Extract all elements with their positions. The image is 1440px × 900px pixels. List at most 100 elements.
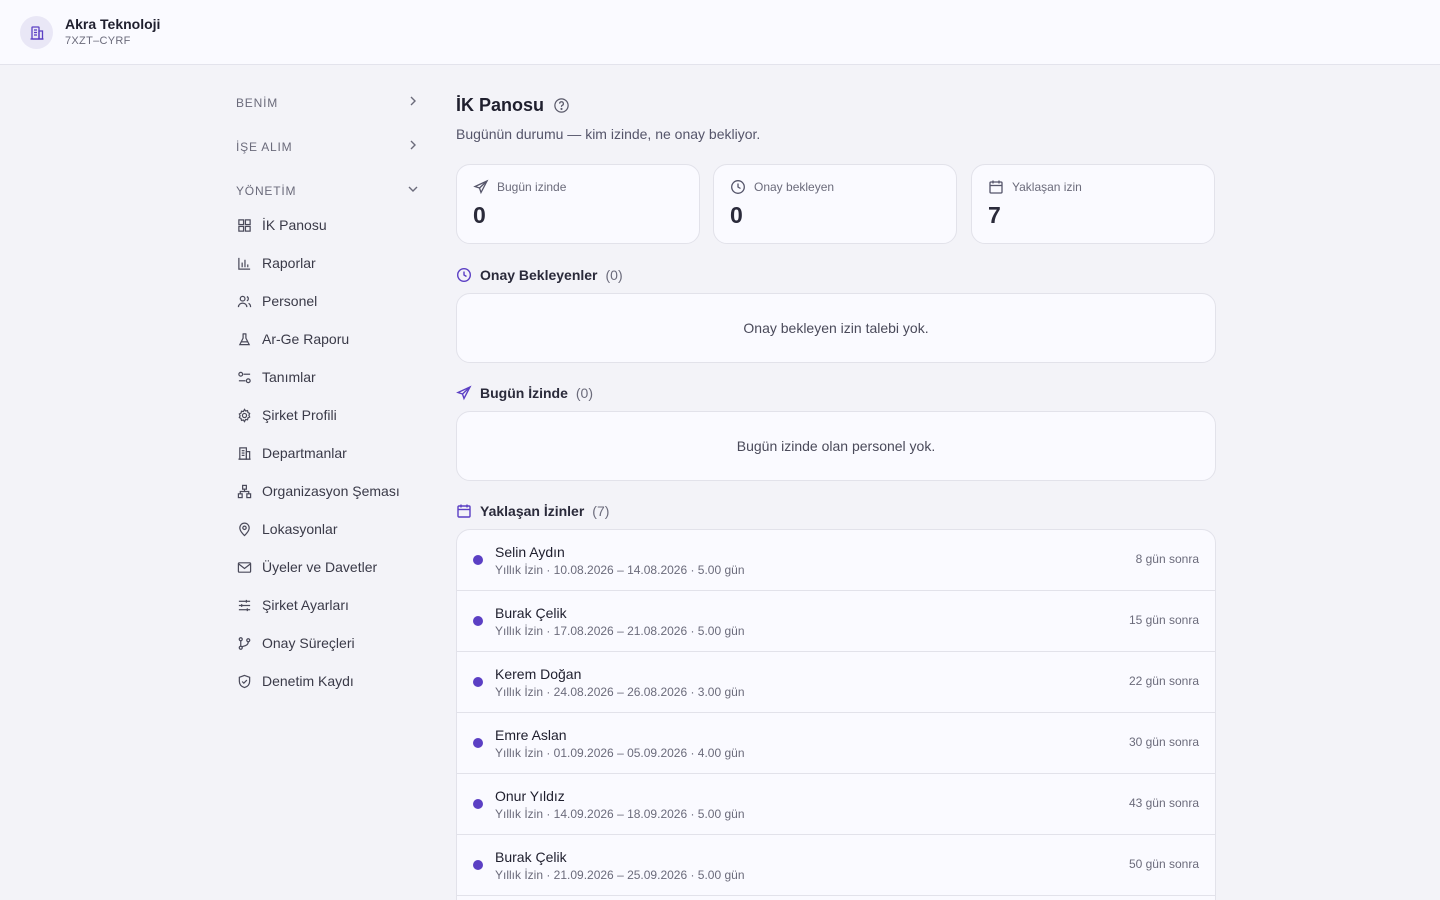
stat-card-on-leave: Bugün izinde 0 (456, 164, 700, 244)
gear-icon (236, 407, 252, 423)
pending-empty-state: Onay bekleyen izin talebi yok. (456, 293, 1216, 363)
building-icon (236, 445, 252, 461)
status-dot (473, 738, 483, 748)
employee-name: Emre Aslan (495, 727, 567, 743)
leave-relative-date: 30 gün sonra (1128, 735, 1199, 749)
stat-value: 7 (988, 202, 1001, 228)
sidebar-item-label: Şirket Profili (262, 407, 337, 423)
sidebar-item-label: Tanımlar (262, 369, 316, 385)
org-code: 7XZT–CYRF (65, 35, 131, 47)
leave-details: Yıllık İzin · 14.09.2026 – 18.09.2026 · … (495, 807, 745, 821)
sidebar-section-benim[interactable]: BENİM (236, 93, 420, 113)
employee-name: Burak Çelik (495, 605, 567, 621)
stat-value: 0 (473, 202, 486, 228)
stat-value: 0 (730, 202, 743, 228)
sidebar-item-label: Raporlar (262, 255, 316, 271)
employee-name: Selin Aydın (495, 544, 565, 560)
section-on-leave-title: Bugün İzinde (0) (456, 383, 593, 403)
section-pending-title: Onay Bekleyenler (0) (456, 265, 623, 285)
sidebar-item-label: İK Panosu (262, 217, 327, 233)
building-icon[interactable] (20, 16, 53, 49)
org-name: Akra Teknoloji (65, 16, 161, 32)
section-label: İŞE ALIM (236, 140, 293, 154)
page-title: İK Panosu (456, 95, 545, 115)
sidebar-item-onay-surecleri[interactable]: Onay Süreçleri (236, 630, 420, 656)
sidebar-item-uyeler-ve-davetler[interactable]: Üyeler ve Davetler (236, 554, 420, 580)
bar-chart-icon (236, 255, 252, 271)
org-chart-icon (236, 483, 252, 499)
chevron-right-icon (406, 94, 420, 113)
status-dot (473, 555, 483, 565)
users-icon (236, 293, 252, 309)
mail-icon (236, 559, 252, 575)
sidebar-item-lokasyonlar[interactable]: Lokasyonlar (236, 516, 420, 542)
status-dot (473, 799, 483, 809)
section-title: Bugün İzinde (480, 385, 568, 401)
status-dot (473, 860, 483, 870)
list-item[interactable]: Kerem Doğan Yıllık İzin · 24.08.2026 – 2… (457, 652, 1215, 713)
section-upcoming-title: Yaklaşan İzinler (7) (456, 501, 609, 521)
leave-details: Yıllık İzin · 17.08.2026 – 21.08.2026 · … (495, 624, 745, 638)
sidebar-item-label: Organizasyon Şeması (262, 483, 400, 499)
sidebar-item-label: Şirket Ayarları (262, 597, 349, 613)
sidebar-item-ik-panosu[interactable]: İK Panosu (236, 212, 420, 238)
sidebar-item-tanimlar[interactable]: Tanımlar (236, 364, 420, 390)
plane-icon (456, 385, 472, 401)
sidebar-item-denetim-kaydi[interactable]: Denetim Kaydı (236, 668, 420, 694)
git-branch-icon (236, 635, 252, 651)
sidebar-item-label: Ar-Ge Raporu (262, 331, 350, 347)
section-label: BENİM (236, 96, 279, 110)
section-label: YÖNETİM (236, 184, 297, 198)
chevron-down-icon (406, 182, 420, 201)
stat-label: Yaklaşan izin (1012, 180, 1082, 194)
employee-name: Onur Yıldız (495, 788, 565, 804)
plane-icon (473, 179, 489, 195)
settings-sliders-icon (236, 369, 252, 385)
section-count: (7) (592, 503, 610, 519)
section-count: (0) (575, 385, 594, 401)
sidebar-item-sirket-profili[interactable]: Şirket Profili (236, 402, 420, 428)
leave-relative-date: 50 gün sonra (1128, 857, 1199, 871)
list-item[interactable]: Selin Aydın Yıllık İzin · 10.08.2026 – 1… (457, 530, 1215, 591)
clock-icon (730, 179, 746, 195)
leave-details: Yıllık İzin · 21.09.2026 – 25.09.2026 · … (495, 868, 745, 882)
leave-relative-date: 43 gün sonra (1128, 796, 1199, 810)
sidebar-item-label: Lokasyonlar (262, 521, 338, 537)
sidebar-item-personel[interactable]: Personel (236, 288, 420, 314)
page-subtitle: Bugünün durumu — kim izinde, ne onay bek… (456, 126, 761, 142)
sidebar-item-raporlar[interactable]: Raporlar (236, 250, 420, 276)
status-dot (473, 616, 483, 626)
list-item[interactable]: Burak Çelik Yıllık İzin · 21.09.2026 – 2… (457, 835, 1215, 896)
sidebar-section-yonetim[interactable]: YÖNETİM (236, 181, 420, 201)
chevron-right-icon (406, 138, 420, 157)
top-bar: Akra Teknoloji 7XZT–CYRF (0, 0, 1440, 65)
sidebar-item-organizasyon-semasi[interactable]: Organizasyon Şeması (236, 478, 420, 504)
status-dot (473, 677, 483, 687)
sidebar-item-sirket-ayarlari[interactable]: Şirket Ayarları (236, 592, 420, 618)
section-title: Yaklaşan İzinler (480, 503, 585, 519)
calendar-icon (988, 179, 1004, 195)
clock-icon (456, 267, 472, 283)
leave-details: Yıllık İzin · 24.08.2026 – 26.08.2026 · … (495, 685, 745, 699)
sidebar-item-label: Personel (262, 293, 318, 309)
calendar-icon (456, 503, 472, 519)
leave-details: Yıllık İzin · 10.08.2026 – 14.08.2026 · … (495, 563, 745, 577)
list-item[interactable]: Burak Çelik Yıllık İzin · 17.08.2026 – 2… (457, 591, 1215, 652)
map-pin-icon (236, 521, 252, 537)
stat-card-pending: Onay bekleyen 0 (713, 164, 957, 244)
stat-label: Onay bekleyen (754, 180, 835, 194)
stat-label: Bugün izinde (497, 180, 567, 194)
sidebar-item-label: Departmanlar (262, 445, 347, 461)
leave-relative-date: 8 gün sonra (1135, 552, 1199, 566)
sidebar-section-ise-alim[interactable]: İŞE ALIM (236, 137, 420, 157)
list-item[interactable]: Onur Yıldız Yıllık İzin · 14.09.2026 – 1… (457, 774, 1215, 835)
help-icon[interactable] (552, 96, 570, 114)
employee-name: Burak Çelik (495, 849, 567, 865)
section-title: Onay Bekleyenler (480, 267, 598, 283)
shield-check-icon (236, 673, 252, 689)
upcoming-leave-list: Selin Aydın Yıllık İzin · 10.08.2026 – 1… (456, 529, 1216, 900)
sidebar-item-ar-ge-raporu[interactable]: Ar-Ge Raporu (236, 326, 420, 352)
sidebar-item-departmanlar[interactable]: Departmanlar (236, 440, 420, 466)
list-item[interactable]: Emre Aslan Yıllık İzin · 01.09.2026 – 05… (457, 713, 1215, 774)
sidebar-item-label: Onay Süreçleri (262, 635, 355, 651)
